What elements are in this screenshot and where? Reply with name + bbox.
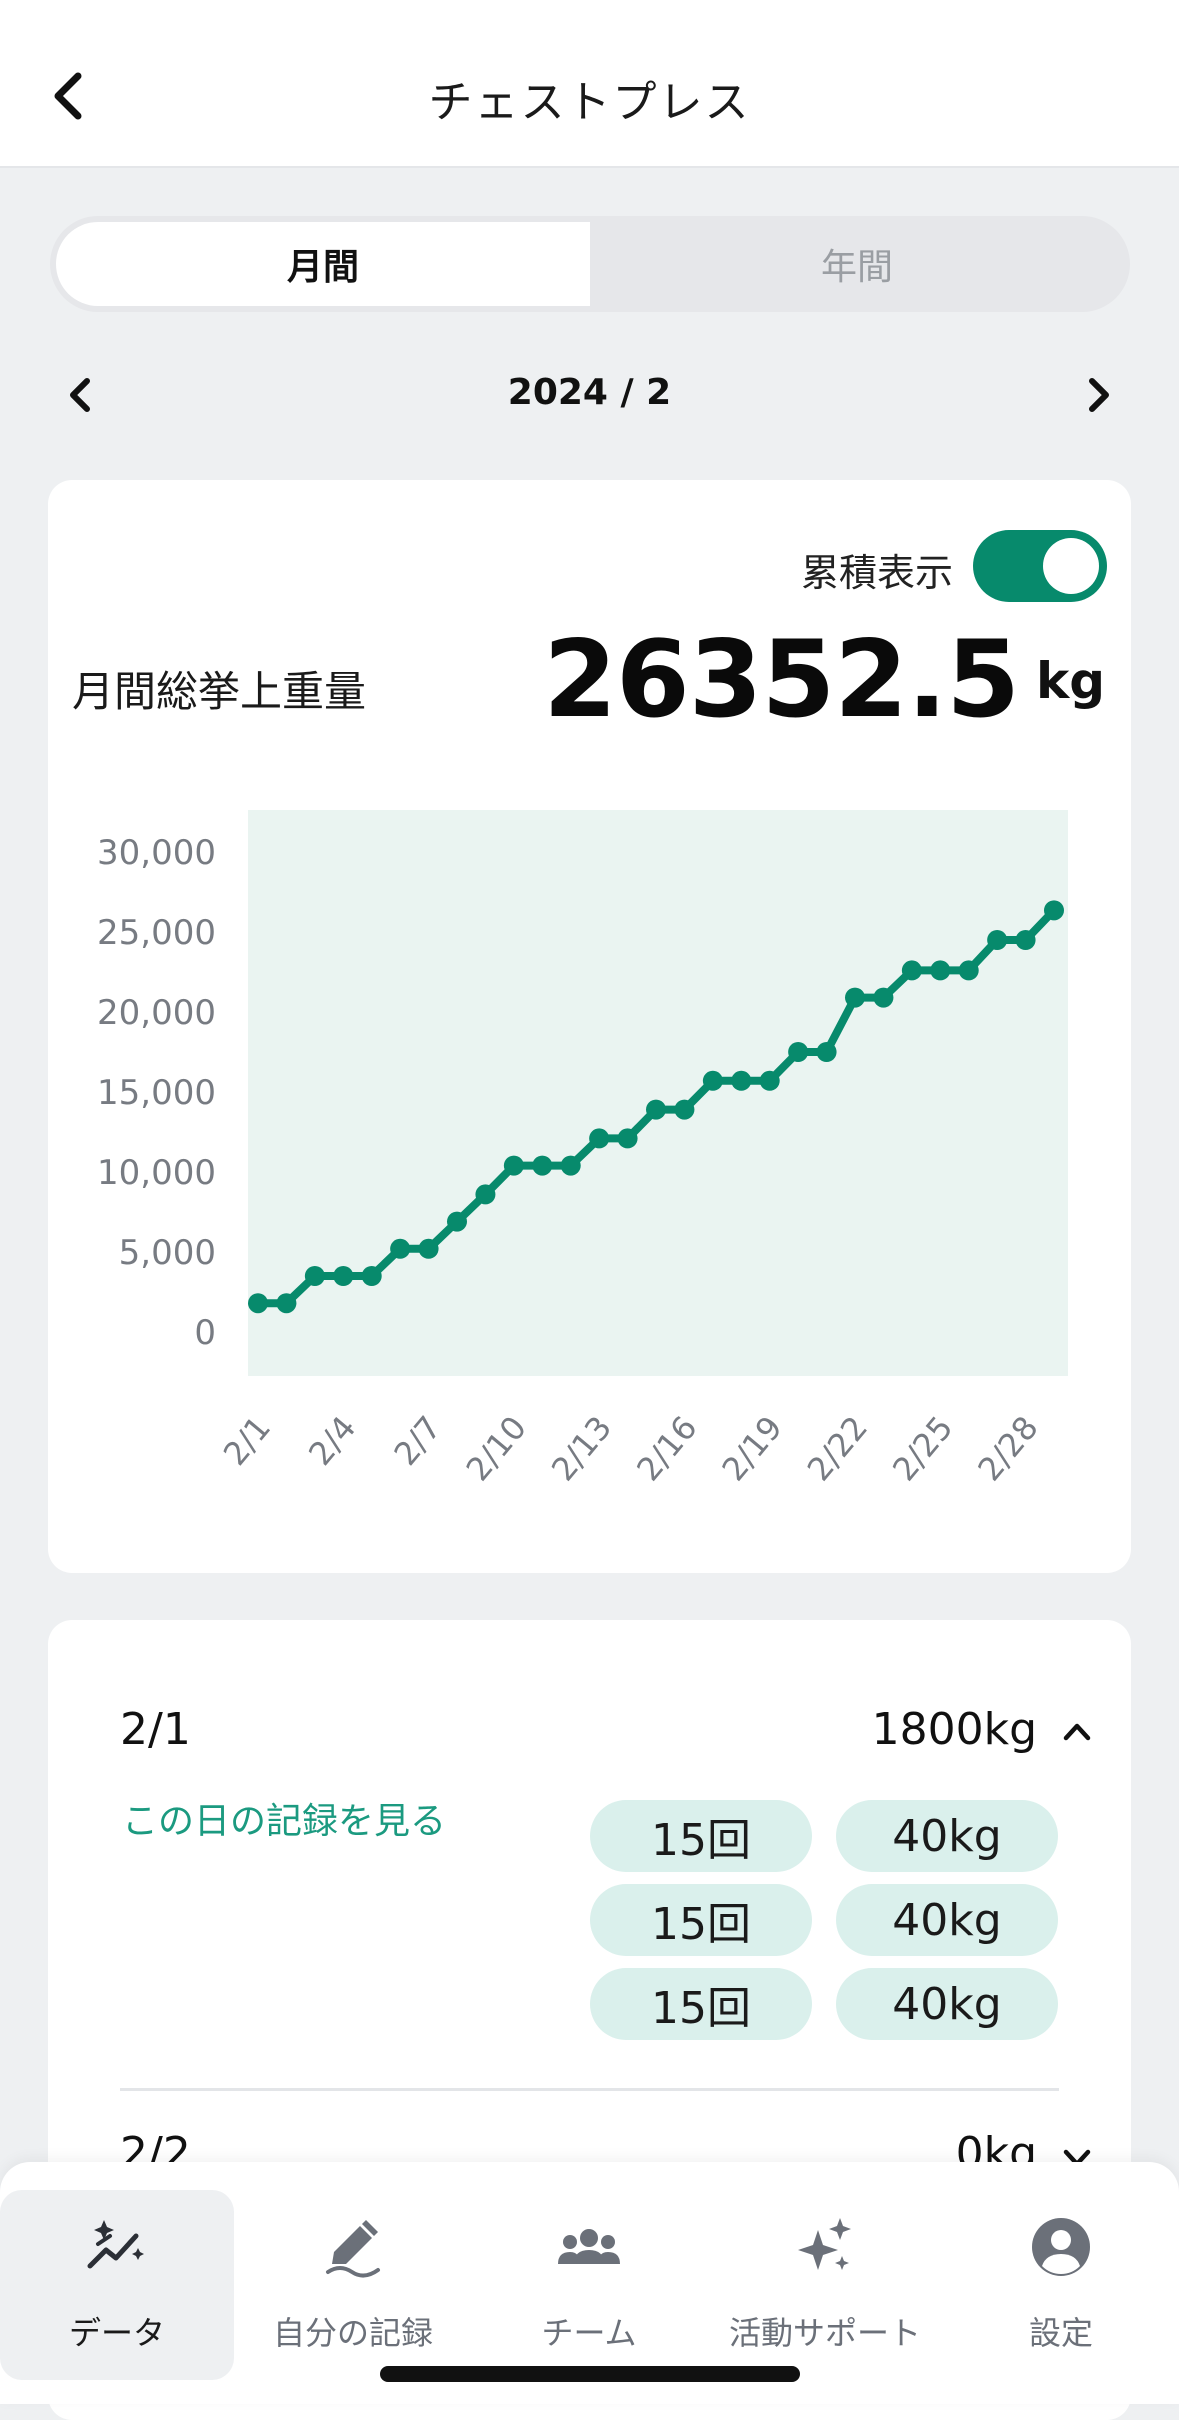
data-point bbox=[304, 1266, 325, 1286]
tab-activity-support[interactable]: 活動サポート bbox=[708, 2190, 942, 2380]
data-point bbox=[589, 1128, 610, 1149]
set-reps-badge: 15回 bbox=[590, 1800, 812, 1872]
data-point bbox=[532, 1155, 553, 1176]
x-tick-label: 2/16 bbox=[629, 1409, 704, 1488]
data-point bbox=[361, 1266, 382, 1286]
app-header: チェストプレス bbox=[0, 0, 1179, 168]
x-tick-label: 2/25 bbox=[885, 1409, 960, 1488]
chevron-right-icon[interactable] bbox=[1073, 370, 1123, 420]
current-month-label: 2024 / 2 bbox=[507, 372, 672, 413]
x-tick-label: 2/4 bbox=[301, 1409, 363, 1473]
data-point bbox=[646, 1099, 666, 1120]
period-segmented-control: 月間 年間 bbox=[50, 216, 1130, 312]
total-weight-unit: kg bbox=[1035, 652, 1105, 710]
tab-yearly[interactable]: 年間 bbox=[590, 222, 1124, 306]
tab-label: 設定 bbox=[1028, 2314, 1093, 2352]
tab-monthly[interactable]: 月間 bbox=[56, 222, 590, 306]
chart-plot-area bbox=[248, 810, 1068, 1376]
tab-data[interactable]: データ bbox=[0, 2190, 234, 2380]
data-point bbox=[731, 1070, 752, 1091]
x-tick-label: 2/7 bbox=[386, 1409, 448, 1473]
y-tick-label: 20,000 bbox=[97, 993, 216, 1033]
data-point bbox=[759, 1070, 780, 1091]
y-tick-label: 25,000 bbox=[97, 913, 216, 953]
data-point bbox=[503, 1155, 524, 1176]
cumulative-toggle[interactable] bbox=[973, 530, 1107, 602]
x-tick-label: 2/28 bbox=[970, 1409, 1045, 1488]
page-title: チェストプレス bbox=[428, 77, 751, 128]
data-point bbox=[1015, 930, 1036, 950]
edit-note-icon bbox=[326, 2220, 380, 2278]
total-weight-value: 26352.5 bbox=[543, 618, 1020, 741]
data-point bbox=[901, 960, 922, 981]
tab-label: チーム bbox=[541, 2314, 637, 2352]
y-tick-label: 15,000 bbox=[97, 1073, 216, 1113]
tab-label: 活動サポート bbox=[728, 2314, 921, 2352]
toggle-knob bbox=[1043, 538, 1099, 594]
data-point bbox=[617, 1128, 638, 1149]
y-tick-label: 5,000 bbox=[119, 1233, 216, 1273]
data-point bbox=[475, 1184, 496, 1205]
data-point bbox=[276, 1293, 297, 1314]
data-point bbox=[333, 1266, 354, 1286]
tab-my-records[interactable]: 自分の記録 bbox=[236, 2190, 470, 2380]
set-reps-badge: 15回 bbox=[590, 1968, 812, 2040]
data-point bbox=[418, 1238, 439, 1259]
x-tick-label: 2/22 bbox=[800, 1409, 875, 1488]
data-point bbox=[248, 1293, 268, 1314]
y-tick-label: 0 bbox=[194, 1313, 216, 1353]
cumulative-weight-chart: 30,000 25,000 20,000 15,000 10,000 5,000 0 2/1 2… bbox=[97, 810, 1068, 1488]
list-divider bbox=[120, 2088, 1059, 2091]
view-day-record-link[interactable]: この日の記録を見る bbox=[122, 1792, 446, 1844]
data-point bbox=[702, 1070, 723, 1091]
y-tick-label: 30,000 bbox=[97, 833, 216, 873]
x-tick-label: 2/10 bbox=[459, 1409, 534, 1488]
data-point bbox=[674, 1099, 695, 1120]
entry-total-weight: 1800kg bbox=[871, 1704, 1037, 1755]
data-point bbox=[816, 1042, 837, 1062]
data-point bbox=[987, 930, 1008, 950]
cumulative-toggle-label: 累積表示 bbox=[800, 551, 953, 595]
data-point bbox=[930, 960, 951, 981]
chevron-up-icon[interactable] bbox=[1057, 1712, 1097, 1752]
month-navigator: 2024 / 2 bbox=[0, 360, 1179, 430]
x-tick-label: 2/19 bbox=[715, 1409, 790, 1488]
team-icon bbox=[558, 2229, 620, 2264]
data-point bbox=[845, 987, 865, 1008]
data-point bbox=[1044, 900, 1064, 921]
set-weight-badge: 40kg bbox=[836, 1968, 1058, 2040]
x-tick-label: 2/1 bbox=[216, 1409, 278, 1473]
entry-date: 2/1 bbox=[120, 1704, 191, 1755]
x-tick-label: 2/13 bbox=[544, 1409, 619, 1488]
total-weight-label: 月間総挙上重量 bbox=[72, 667, 367, 716]
set-reps-badge: 15回 bbox=[590, 1884, 812, 1956]
tab-team[interactable]: チーム bbox=[472, 2190, 706, 2380]
tab-label: データ bbox=[68, 2314, 165, 2352]
tab-label: 自分の記録 bbox=[272, 2314, 433, 2352]
data-point bbox=[873, 987, 894, 1008]
tab-settings[interactable]: 設定 bbox=[944, 2190, 1178, 2380]
data-point bbox=[958, 960, 979, 981]
data-point bbox=[788, 1042, 809, 1062]
set-weight-badge: 40kg bbox=[836, 1884, 1058, 1956]
set-weight-badge: 40kg bbox=[836, 1800, 1058, 1872]
data-point bbox=[390, 1238, 411, 1259]
home-indicator bbox=[380, 2366, 800, 2382]
chart-sparkle-icon bbox=[87, 2220, 144, 2269]
data-point bbox=[447, 1211, 467, 1232]
data-point bbox=[560, 1155, 581, 1176]
y-tick-label: 10,000 bbox=[97, 1153, 216, 1193]
summary-chart-card: 累積表示 月間総挙上重量 26352.5 kg 30,000 25,000 20,0… bbox=[48, 480, 1131, 1573]
sparkles-icon bbox=[798, 2218, 851, 2270]
account-circle-icon bbox=[1032, 2218, 1090, 2276]
